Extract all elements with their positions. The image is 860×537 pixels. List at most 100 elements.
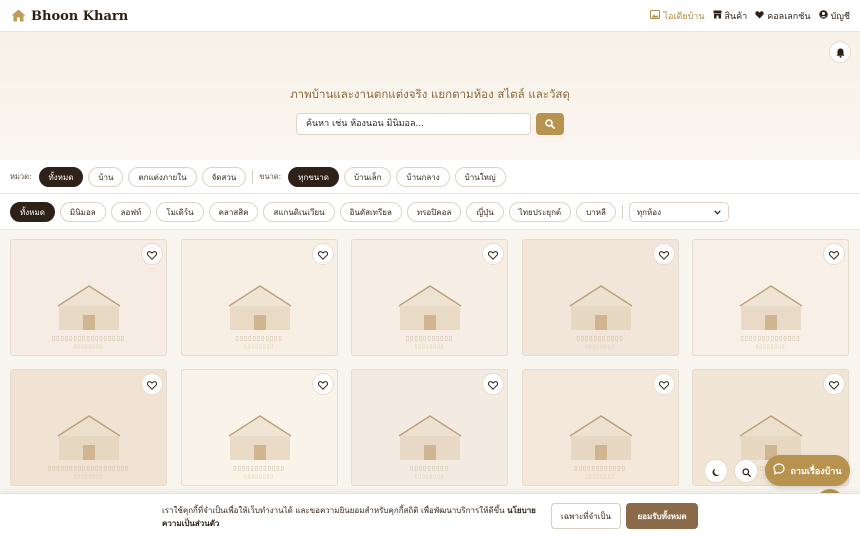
card-title-placeholder: ▯▯▯▯▯▯▯▯▯▯▯ [405, 335, 454, 342]
style-chip-minimal[interactable]: มินิมอล [59, 202, 106, 222]
category-label: หมวด: [10, 172, 32, 181]
nav-collections-label: คอลเลกชัน [767, 12, 811, 22]
idea-card[interactable]: ▯▯▯▯▯▯▯▯▯▯▯ ▯▯▯▯▯▯▯▯ [351, 239, 508, 356]
ask-chat-button[interactable]: ถามเรื่องบ้าน [765, 455, 850, 486]
size-chip-small[interactable]: บ้านเล็ก [343, 167, 392, 187]
size-chip-large[interactable]: บ้านใหญ่ [454, 167, 506, 187]
idea-card[interactable]: ▯▯▯▯▯▯▯▯▯▯▯▯▯▯▯▯▯▯▯ ▯▯▯▯▯▯▯▯ [10, 369, 167, 486]
style-chip-bali[interactable]: บาหลี [576, 202, 616, 222]
style-chip-tropical[interactable]: ทรอปิคอล [406, 202, 462, 222]
favorite-button[interactable] [652, 373, 675, 395]
house-placeholder-icon [57, 415, 121, 465]
favorite-button[interactable] [141, 373, 163, 395]
style-chip-modern[interactable]: โมเดิร์น [156, 202, 204, 222]
idea-card[interactable]: ▯▯▯▯▯▯▯▯▯▯▯▯ ▯▯▯▯▯▯▯▯ [521, 369, 679, 486]
heart-outline-icon [146, 245, 158, 264]
dark-mode-button[interactable] [704, 459, 728, 483]
filter-separator [621, 205, 623, 219]
cookie-text: เราใช้คุกกี้ที่จำเป็นเพื่อให้เว็บทำงานได… [162, 506, 508, 515]
top-nav: ไอเดียบ้าน สินค้า คอลเลกชัน บัญชี [650, 9, 850, 23]
size-chip-all[interactable]: ทุกขนาด [288, 167, 339, 187]
favorite-button[interactable] [823, 373, 845, 395]
size-chip-medium[interactable]: บ้านกลาง [396, 167, 450, 187]
favorite-button[interactable] [652, 243, 675, 265]
house-placeholder-icon [569, 285, 633, 335]
idea-card[interactable]: ▯▯▯▯▯▯▯▯▯▯▯ ▯▯▯▯▯▯▯▯ [180, 239, 338, 356]
idea-grid: ▯▯▯▯▯▯▯▯▯▯▯▯▯▯▯▯▯ ▯▯▯▯▯▯▯▯ ▯▯▯▯▯▯▯▯▯▯▯ ▯▯▯▯… [10, 239, 849, 486]
search-button[interactable] [536, 113, 564, 135]
room-select[interactable]: ทุกห้อง [628, 202, 729, 222]
idea-card[interactable]: ▯▯▯▯▯▯▯▯▯▯▯▯▯▯▯▯▯ ▯▯▯▯▯▯▯▯ [10, 239, 167, 356]
category-chip-house[interactable]: บ้าน [88, 167, 124, 187]
hero-title: ภาพบ้านและงานตกแต่งจริง แยกตามห้อง สไตล์… [290, 87, 570, 101]
house-logo-icon [11, 7, 26, 26]
idea-card[interactable]: ▯▯▯▯▯▯▯▯▯ ▯▯▯▯▯▯▯▯ [351, 369, 508, 486]
floating-search-button[interactable] [734, 459, 758, 483]
style-chip-industrial[interactable]: อินดัสเทรียล [339, 202, 402, 222]
heart-outline-icon [487, 375, 499, 394]
idea-card[interactable]: ▯▯▯▯▯▯▯▯▯▯▯▯ ▯▯▯▯▯▯▯▯ [180, 369, 338, 486]
favorite-button[interactable] [482, 243, 504, 265]
chevron-down-icon [714, 208, 721, 217]
image-icon [650, 10, 661, 22]
search-input[interactable] [296, 113, 531, 135]
style-chip-scandinavian[interactable]: สแกนดิเนเวียน [263, 202, 335, 222]
category-chip-interior[interactable]: ตกแต่งภายใน [128, 167, 197, 187]
heart-outline-icon [487, 245, 499, 264]
card-subtitle-placeholder: ▯▯▯▯▯▯▯▯ [584, 344, 615, 350]
style-chip-japanese[interactable]: ญี่ปุ่น [466, 202, 504, 222]
heart-outline-icon [658, 245, 669, 264]
size-label: ขนาด: [259, 172, 282, 181]
accept-all-button[interactable]: ยอมรับทั้งหมด [626, 503, 698, 529]
essential-only-button[interactable]: เฉพาะที่จำเป็น [551, 503, 621, 529]
favorite-button[interactable] [482, 373, 504, 395]
card-subtitle-placeholder: ▯▯▯▯▯▯▯▯ [243, 344, 274, 350]
chat-bubble-icon [773, 463, 786, 478]
heart-outline-icon [317, 245, 328, 264]
favorite-button[interactable] [311, 373, 334, 395]
heart-outline-icon [146, 375, 158, 394]
filter-separator [252, 170, 254, 184]
idea-card[interactable]: ▯▯▯▯▯▯▯▯▯▯▯▯▯▯ ▯▯▯▯▯▯▯▯ [692, 239, 849, 356]
category-chip-all[interactable]: ทั้งหมด [38, 167, 84, 187]
heart-outline-icon [317, 375, 328, 394]
house-placeholder-icon [398, 415, 462, 465]
notification-button[interactable] [829, 41, 851, 63]
house-placeholder-icon [57, 285, 121, 335]
card-title-placeholder: ▯▯▯▯▯▯▯▯▯ [410, 465, 449, 472]
category-size-filter-row: หมวด: ทั้งหมด บ้าน ตกแต่งภายใน จัดสวน ขน… [0, 160, 860, 194]
search-icon [545, 117, 555, 132]
card-title-placeholder: ▯▯▯▯▯▯▯▯▯▯▯ [576, 335, 624, 342]
nav-products-label: สินค้า [724, 12, 748, 22]
top-header: Bhoon Kharn ไอเดียบ้าน สินค้า คอลเลกชัน … [0, 0, 860, 32]
style-chip-loft[interactable]: ลอฟท์ [110, 202, 152, 222]
style-chip-classic[interactable]: คลาสสิค [208, 202, 259, 222]
logo[interactable]: Bhoon Kharn [11, 7, 128, 26]
favorite-button[interactable] [141, 243, 163, 265]
style-chip-all[interactable]: ทั้งหมด [10, 202, 55, 222]
search-icon [741, 462, 751, 481]
store-icon [713, 10, 722, 22]
card-subtitle-placeholder: ▯▯▯▯▯▯▯▯ [73, 474, 104, 480]
cookie-message: เราใช้คุกกี้ที่จำเป็นเพื่อให้เว็บทำงานได… [162, 504, 542, 530]
favorite-button[interactable] [823, 243, 845, 265]
moon-icon [712, 462, 721, 481]
bell-icon [836, 43, 845, 62]
favorite-button[interactable] [311, 243, 334, 265]
category-chip-garden[interactable]: จัดสวน [201, 167, 247, 187]
idea-card[interactable]: ▯▯▯▯▯▯▯▯▯▯▯ ▯▯▯▯▯▯▯▯ [521, 239, 679, 356]
card-title-placeholder: ▯▯▯▯▯▯▯▯▯▯▯▯ [574, 465, 626, 472]
style-chip-thai-applied[interactable]: ไทยประยุกต์ [508, 202, 572, 222]
card-title-placeholder: ▯▯▯▯▯▯▯▯▯▯▯▯ [233, 465, 285, 472]
card-subtitle-placeholder: ▯▯▯▯▯▯▯▯ [414, 474, 445, 480]
nav-ideas[interactable]: ไอเดียบ้าน [650, 9, 705, 23]
heart-outline-icon [828, 375, 840, 394]
house-placeholder-icon [739, 285, 803, 335]
nav-products[interactable]: สินค้า [713, 9, 748, 23]
card-subtitle-placeholder: ▯▯▯▯▯▯▯▯ [243, 474, 274, 480]
nav-account[interactable]: บัญชี [818, 9, 850, 23]
nav-ideas-label: ไอเดียบ้าน [663, 12, 705, 22]
card-subtitle-placeholder: ▯▯▯▯▯▯▯▯ [755, 344, 786, 350]
nav-collections[interactable]: คอลเลกชัน [755, 9, 811, 23]
house-placeholder-icon [398, 285, 462, 335]
